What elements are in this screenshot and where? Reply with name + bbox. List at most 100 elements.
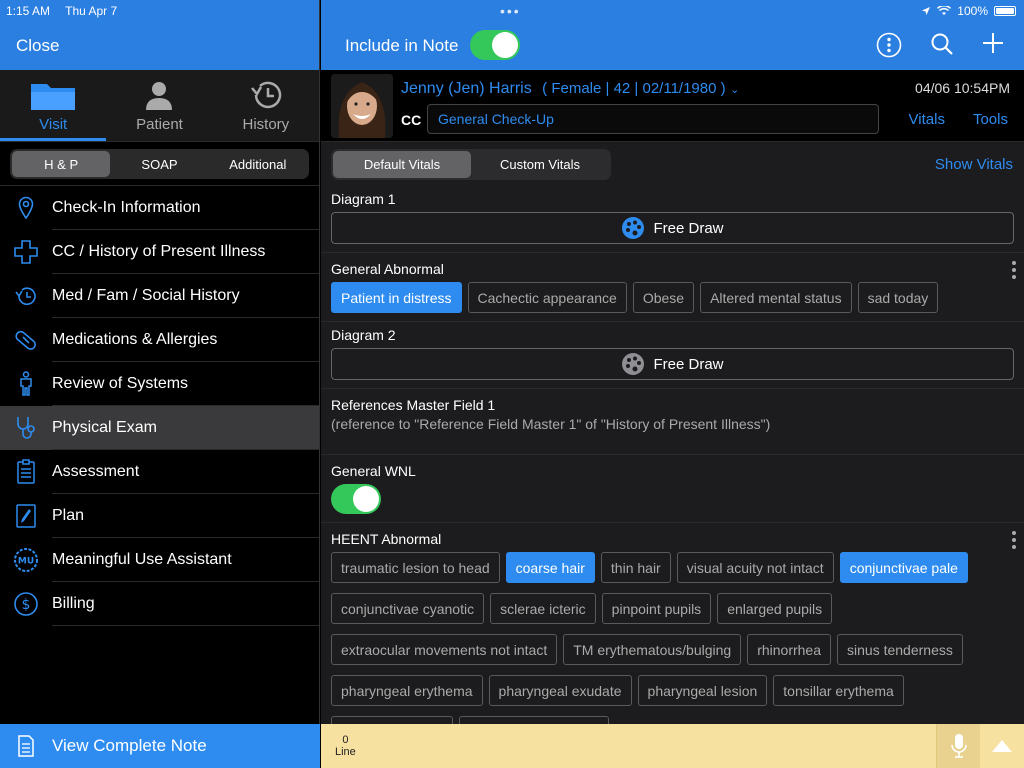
segment-default-vitals[interactable]: Default Vitals xyxy=(333,151,471,178)
chief-complaint-field[interactable]: General Check-Up xyxy=(427,104,879,134)
sidebar-item-meaningful-use[interactable]: MU Meaningful Use Assistant xyxy=(0,538,319,582)
free-draw-button[interactable]: Free Draw xyxy=(331,212,1014,244)
chip-option[interactable]: tonsillar erythema xyxy=(773,675,904,706)
section-title: General WNL xyxy=(331,463,416,479)
close-button[interactable]: Close xyxy=(16,36,59,56)
cc-label: CC xyxy=(401,112,422,128)
folder-icon xyxy=(31,84,76,110)
segment-custom-vitals[interactable]: Custom Vitals xyxy=(471,151,609,178)
section-title: Diagram 2 xyxy=(331,327,396,343)
sidebar-item-assessment[interactable]: Assessment xyxy=(0,450,319,494)
note-type-segment: H & P SOAP Additional xyxy=(0,142,319,186)
view-complete-note-button[interactable]: View Complete Note xyxy=(0,724,320,768)
segment-hp[interactable]: H & P xyxy=(12,151,111,177)
chip-option[interactable]: Patient in distress xyxy=(331,282,462,313)
vitals-row: Default Vitals Custom Vitals Show Vitals xyxy=(321,142,1024,186)
sidebar-item-review-of-systems[interactable]: Review of Systems xyxy=(0,362,319,406)
sidebar-item-label: CC / History of Present Illness xyxy=(52,243,266,260)
chip-option[interactable]: TM erythematous/bulging xyxy=(563,634,742,665)
sidebar-item-plan[interactable]: Plan xyxy=(0,494,319,538)
pen-icon xyxy=(16,504,36,528)
sidebar-item-label: Plan xyxy=(52,507,85,524)
palette-icon xyxy=(622,353,645,375)
tab-visit[interactable]: Visit xyxy=(0,70,107,141)
chip-option[interactable]: pharyngeal lesion xyxy=(637,675,768,706)
tools-link[interactable]: Tools xyxy=(973,111,1008,128)
chip-option[interactable]: enlarged pupils xyxy=(717,593,833,624)
chip-option[interactable]: thin hair xyxy=(600,552,671,583)
chip-option[interactable]: pharyngeal exudate xyxy=(488,675,632,706)
chip-option[interactable]: Altered mental status xyxy=(700,282,852,313)
reference-section: References Master Field 1 (reference to … xyxy=(321,389,1024,455)
general-abnormal-chips: Patient in distress Cachectic appearance O… xyxy=(331,282,1014,313)
sidebar-item-med-fam-social[interactable]: Med / Fam / Social History xyxy=(0,274,319,318)
show-vitals-link[interactable]: Show Vitals xyxy=(935,156,1013,173)
tab-patient-label: Patient xyxy=(136,116,183,133)
chip-option[interactable]: visual acuity not intact xyxy=(676,552,834,583)
include-in-note-label: Include in Note xyxy=(345,36,459,55)
chip-option[interactable]: conjunctivae pale xyxy=(839,552,968,583)
sidebar-item-check-in[interactable]: Check-In Information xyxy=(0,186,319,230)
palette-icon xyxy=(622,217,645,239)
sidebar-item-billing[interactable]: $ Billing xyxy=(0,582,319,626)
battery-icon xyxy=(994,6,1016,16)
multitask-dots-icon[interactable]: ••• xyxy=(500,3,521,19)
patient-avatar[interactable] xyxy=(331,74,393,138)
more-options-icon[interactable] xyxy=(876,32,902,58)
chip-option[interactable]: sinus tenderness xyxy=(837,634,963,665)
vitals-link[interactable]: Vitals xyxy=(909,111,945,128)
sidebar-item-cc-hpi[interactable]: CC / History of Present Illness xyxy=(0,230,319,274)
exam-content[interactable]: Default Vitals Custom Vitals Show Vitals… xyxy=(321,142,1024,724)
chip-option[interactable]: coarse hair xyxy=(505,552,595,583)
location-pin-icon xyxy=(18,196,34,220)
dollar-icon: $ xyxy=(14,592,38,616)
add-icon[interactable] xyxy=(982,32,1004,54)
chip-option[interactable]: traumatic lesion to head xyxy=(331,552,500,583)
chip-option[interactable]: sclerae icteric xyxy=(490,593,596,624)
line-counter: 0 Line xyxy=(335,734,356,758)
expand-up-button[interactable] xyxy=(980,724,1024,768)
battery-percent: 100% xyxy=(957,4,988,18)
chip-option[interactable]: extraocular movements not intact xyxy=(331,634,558,665)
chip-option[interactable]: pharyngeal erythema xyxy=(331,675,483,706)
tab-patient[interactable]: Patient xyxy=(106,70,212,141)
dictation-bar: 0 Line xyxy=(321,724,1024,768)
segment-additional[interactable]: Additional xyxy=(209,151,307,177)
chip-option[interactable]: tonsillar exudate xyxy=(331,716,453,724)
patient-name-selector[interactable]: Jenny (Jen) Harris ( Female | 42 | 02/11… xyxy=(401,80,739,98)
diagram-2-section: Diagram 2 Free Draw xyxy=(321,322,1024,389)
tab-history[interactable]: History xyxy=(213,70,319,141)
chip-option[interactable]: tonsillar enlargement xyxy=(458,716,609,724)
tab-visit-label: Visit xyxy=(39,116,68,133)
tab-history-label: History xyxy=(242,116,290,133)
chip-option[interactable]: pinpoint pupils xyxy=(601,593,712,624)
sidebar-item-label: Review of Systems xyxy=(52,375,189,392)
sidebar-item-label: Check-In Information xyxy=(52,199,201,216)
sidebar-item-label: Med / Fam / Social History xyxy=(52,287,240,304)
more-vertical-icon[interactable] xyxy=(1012,531,1016,549)
more-vertical-icon[interactable] xyxy=(1012,261,1016,279)
search-icon[interactable] xyxy=(930,32,954,56)
sidebar-item-label: Billing xyxy=(52,595,95,612)
free-draw-label: Free Draw xyxy=(653,219,724,237)
sidebar-item-physical-exam[interactable]: Physical Exam xyxy=(0,406,319,450)
chip-option[interactable]: Obese xyxy=(632,282,695,313)
location-arrow-icon xyxy=(922,7,931,15)
main-tabs: Visit Patient History xyxy=(0,70,319,142)
free-draw-button-2[interactable]: Free Draw xyxy=(331,348,1014,380)
chip-option[interactable]: Cachectic appearance xyxy=(467,282,627,313)
microphone-button[interactable] xyxy=(936,724,980,768)
include-in-note-toggle[interactable] xyxy=(470,30,520,60)
checklist-icon xyxy=(17,459,35,484)
chip-option[interactable]: sad today xyxy=(857,282,939,313)
document-icon xyxy=(18,735,34,757)
status-date: Thu Apr 7 xyxy=(65,4,118,18)
sidebar-item-medications[interactable]: Medications & Allergies xyxy=(0,318,319,362)
segment-soap[interactable]: SOAP xyxy=(110,151,208,177)
section-title: References Master Field 1 xyxy=(331,397,496,413)
history-clock-icon xyxy=(250,81,282,109)
chip-option[interactable]: conjunctivae cyanotic xyxy=(331,593,485,624)
vitals-segment: Default Vitals Custom Vitals xyxy=(331,149,611,180)
general-wnl-toggle[interactable] xyxy=(331,484,381,514)
chip-option[interactable]: rhinorrhea xyxy=(747,634,832,665)
